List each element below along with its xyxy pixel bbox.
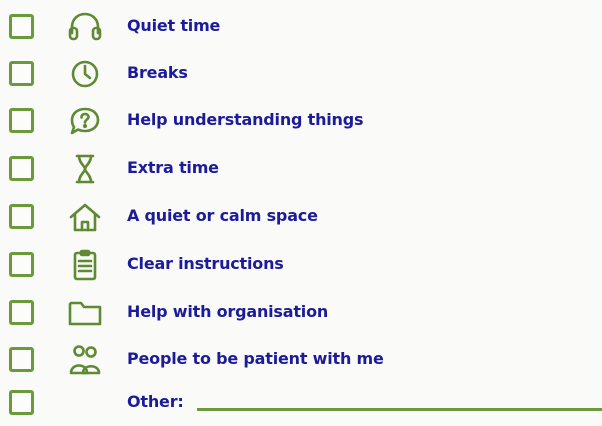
checklist-item-breaks: Breaks (0, 50, 602, 97)
quiet-space-label: A quiet or calm space (127, 206, 318, 225)
clipboard-list-icon (67, 248, 103, 282)
people-icon (67, 343, 103, 377)
patient-people-checkbox[interactable] (9, 347, 34, 372)
quiet-time-checkbox[interactable] (9, 14, 34, 39)
extra-time-label: Extra time (127, 158, 219, 177)
help-understanding-checkbox[interactable] (9, 108, 34, 133)
checklist-item-clear-instructions: Clear instructions (0, 241, 602, 288)
checklist-item-help-understanding: Help understanding things (0, 97, 602, 144)
organisation-label: Help with organisation (127, 302, 329, 321)
headphones-icon (67, 10, 103, 44)
clock-icon (67, 57, 103, 91)
other-label: Other: (127, 392, 184, 411)
checklist-item-quiet-space: A quiet or calm space (0, 193, 602, 240)
checklist-item-extra-time: Extra time (0, 145, 602, 192)
help-understanding-label: Help understanding things (127, 110, 364, 129)
support-checklist: Quiet time Breaks Help understanding thi… (0, 0, 602, 416)
extra-time-checkbox[interactable] (9, 156, 34, 181)
quiet-space-checkbox[interactable] (9, 204, 34, 229)
quiet-time-label: Quiet time (127, 16, 221, 35)
patient-people-label: People to be patient with me (127, 349, 384, 368)
checklist-item-quiet-time: Quiet time (0, 3, 602, 50)
folder-icon (67, 296, 103, 330)
clear-instructions-label: Clear instructions (127, 254, 284, 273)
house-icon (67, 200, 103, 234)
breaks-checkbox[interactable] (9, 61, 34, 86)
checklist-item-patient-people: People to be patient with me (0, 336, 602, 383)
hourglass-icon (67, 152, 103, 186)
question-speech-bubble-icon (67, 104, 103, 138)
breaks-label: Breaks (127, 63, 188, 82)
organisation-checkbox[interactable] (9, 300, 34, 325)
other-checkbox[interactable] (9, 390, 34, 415)
clear-instructions-checkbox[interactable] (9, 252, 34, 277)
checklist-item-organisation: Help with organisation (0, 289, 602, 336)
checklist-item-other: Other: (0, 379, 602, 426)
other-text-field[interactable] (197, 408, 602, 411)
